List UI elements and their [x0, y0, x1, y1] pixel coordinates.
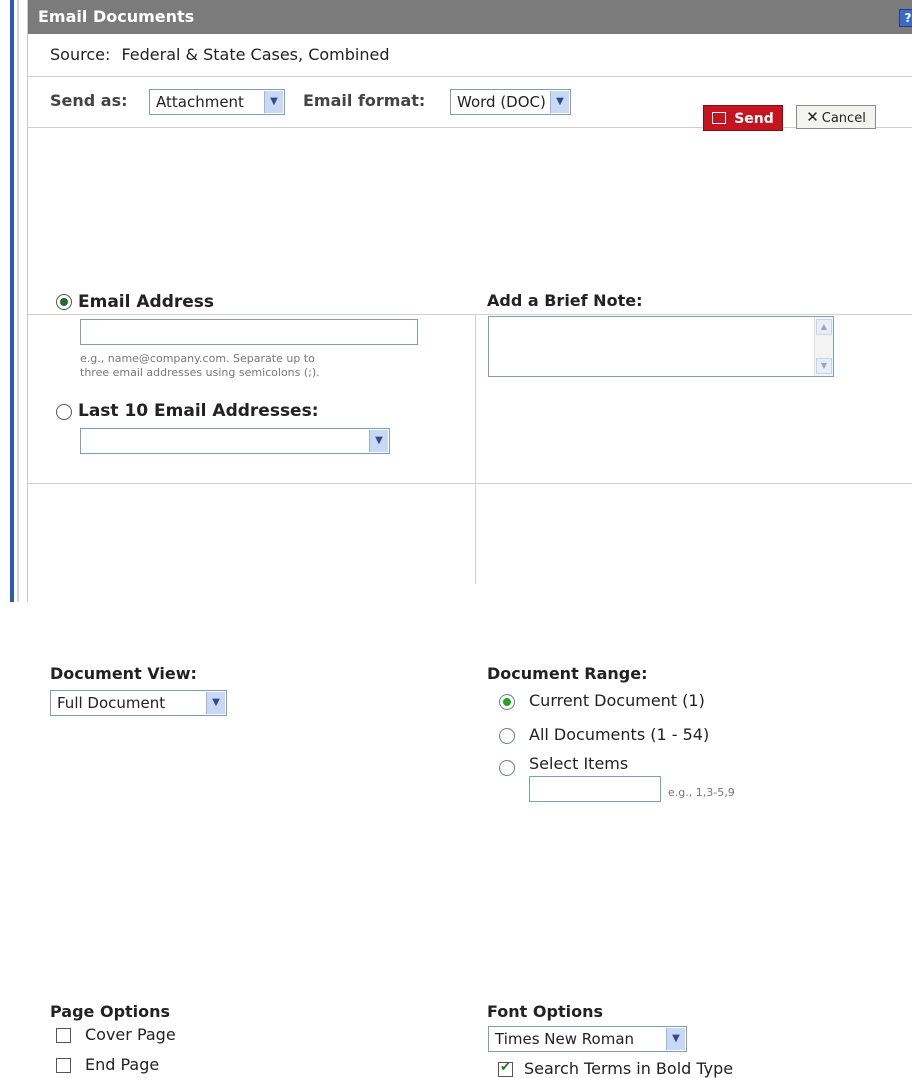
view-range-section: Document View: Full Document ▼ Document … [28, 315, 912, 802]
select-items-hint: e.g., 1,3-5,9 [668, 786, 735, 799]
chevron-down-icon: ▼ [666, 1028, 685, 1050]
vertical-divider [475, 484, 476, 584]
page-options-label: Page Options [50, 1002, 171, 1021]
end-page-checkbox[interactable] [56, 1058, 71, 1073]
cancel-button-label: Cancel [821, 111, 866, 126]
end-page-label: End Page [85, 1055, 160, 1074]
email-documents-dialog: Email Documents ? Source: Federal & Stat… [27, 0, 912, 1078]
source-value: Federal & State Cases, Combined [121, 45, 390, 64]
options-section: Page Options Cover Page End Page Font Op… [28, 484, 912, 1078]
left-accent-bar [10, 0, 14, 602]
current-document-radio[interactable] [499, 694, 515, 710]
font-select[interactable]: Times New Roman ▼ [488, 1026, 687, 1052]
document-view-value: Full Document [57, 694, 166, 712]
send-button[interactable]: Send [703, 105, 783, 131]
cancel-button[interactable]: ✕ Cancel [796, 105, 876, 129]
current-document-label: Current Document (1) [529, 691, 705, 710]
document-view-select[interactable]: Full Document ▼ [50, 690, 227, 716]
left-divider [17, 0, 19, 602]
bold-terms-checkbox[interactable] [498, 1060, 513, 1077]
font-options-label: Font Options [487, 1002, 603, 1021]
all-documents-label: All Documents (1 - 54) [529, 725, 710, 744]
send-as-value: Attachment [156, 93, 244, 111]
left-frame-edge [0, 0, 22, 602]
font-value: Times New Roman [495, 1030, 635, 1048]
note-label: Add a Brief Note: [487, 291, 643, 310]
document-view-label: Document View: [50, 664, 197, 683]
vertical-divider [475, 315, 476, 483]
chevron-down-icon: ▼ [206, 692, 225, 714]
send-button-label: Send [734, 111, 774, 127]
email-format-value: Word (DOC) [457, 93, 546, 111]
recipients-section: Email Address e.g., name@company.com. Se… [28, 128, 912, 454]
send-as-label: Send as: [50, 91, 128, 110]
dialog-title: Email Documents [38, 7, 195, 26]
source-row: Source: Federal & State Cases, Combined [28, 34, 912, 77]
send-icon [712, 112, 727, 124]
send-as-select[interactable]: Attachment ▼ [149, 89, 285, 115]
cover-page-checkbox[interactable] [56, 1028, 71, 1043]
email-address-radio[interactable] [56, 294, 72, 310]
source-label: Source: [50, 45, 111, 64]
chevron-down-icon: ▼ [550, 91, 569, 113]
help-icon[interactable]: ? [899, 9, 912, 27]
close-icon: ✕ [806, 108, 819, 126]
select-items-input[interactable] [529, 776, 661, 802]
dialog-titlebar: Email Documents ? [28, 0, 912, 34]
email-format-select[interactable]: Word (DOC) ▼ [450, 89, 571, 115]
document-range-label: Document Range: [487, 664, 648, 683]
all-documents-radio[interactable] [499, 728, 515, 744]
select-items-label: Select Items [529, 754, 629, 773]
email-format-label: Email format: [303, 91, 426, 110]
cover-page-label: Cover Page [85, 1025, 176, 1044]
chevron-down-icon: ▼ [264, 91, 283, 113]
email-address-label: Email Address [78, 292, 215, 312]
bold-terms-label: Search Terms in Bold Type [524, 1059, 734, 1078]
select-items-radio[interactable] [499, 760, 515, 776]
